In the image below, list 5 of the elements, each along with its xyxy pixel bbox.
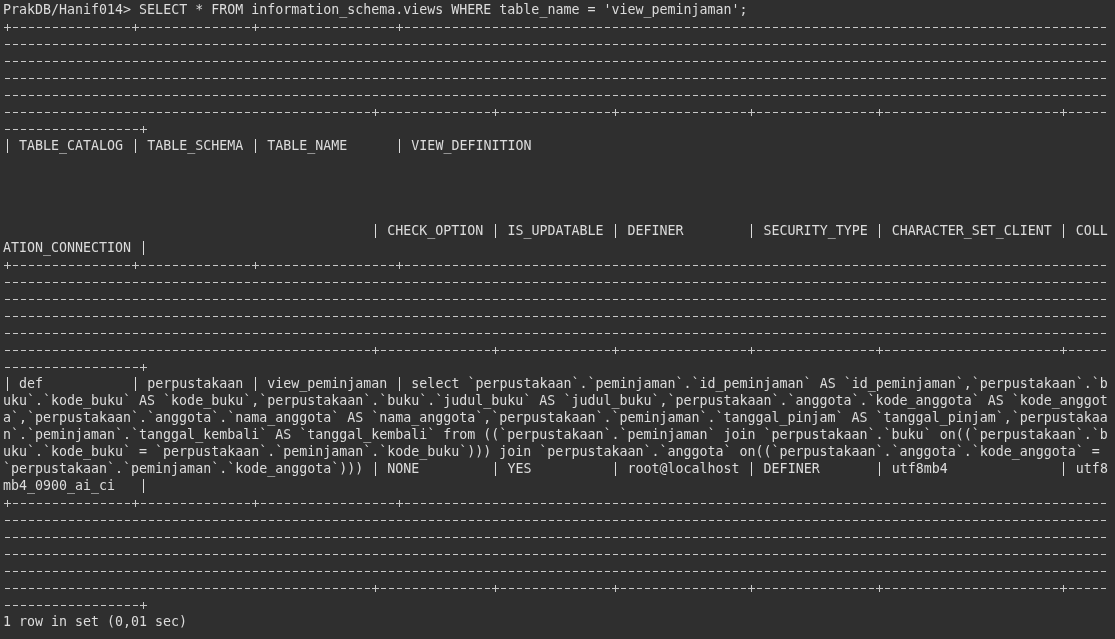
table-row-text: def perpustakaan view_peminjaman select `perpustakaan`.`peminjaman`.`id_peminjaman` AS `id_peminjaman`,`perpustakaan`.`buku`.`kode_buku` AS `kode_buku`,`perpustakaan`.`buku`.`judul_buku` AS `judul_buku`,`perpustakaan`.`anggota`.`kode_anggota` AS `kode_anggota`,`perpustakaan`.`anggota`.`nama_anggota` AS `nama_anggota`,`perpustakaan`.`peminjaman`.`tanggal_pinjam` AS `tanggal_pinjam`,`perpustakaan`.`peminjaman`.`tanggal_kembali` AS `tanggal_kembali` from ((`perpustakaan`.`peminjaman` join `perpustakaan`.`buku` on((`perpustakaan`.`buku`.`kode_buku` = `perpustakaan`.`peminjaman`.`kode_buku`))) join `perpustakaan`.`anggota` on((`perpustakaan`.`anggota`.`kode_anggota` = `perpustakaan`.`peminjaman`.`kode_anggota`))) NONE YES root@localhost DEFINER utf8mb4 utf8mb4_0900_ai_ci — [3, 375, 1109, 494]
table-header-row-text: TABLE_CATALOG TABLE_SCHEMA TABLE_NAME VIEW_DEFINITION CHECK_OPTION IS_UPDATABLE DEFINER SECURITY_TYPE CHARACTER_SET_CLIENT COLLATION_CONNECTION — [3, 137, 1109, 256]
result-summary: 1 row in set (0,01 sec) — [3, 613, 189, 630]
prompt: PrakDB/Hanif014> — [3, 2, 132, 17]
command-text: SELECT * FROM information_schema.views WHERE table_name = 'view_peminjaman'; — [139, 2, 748, 17]
